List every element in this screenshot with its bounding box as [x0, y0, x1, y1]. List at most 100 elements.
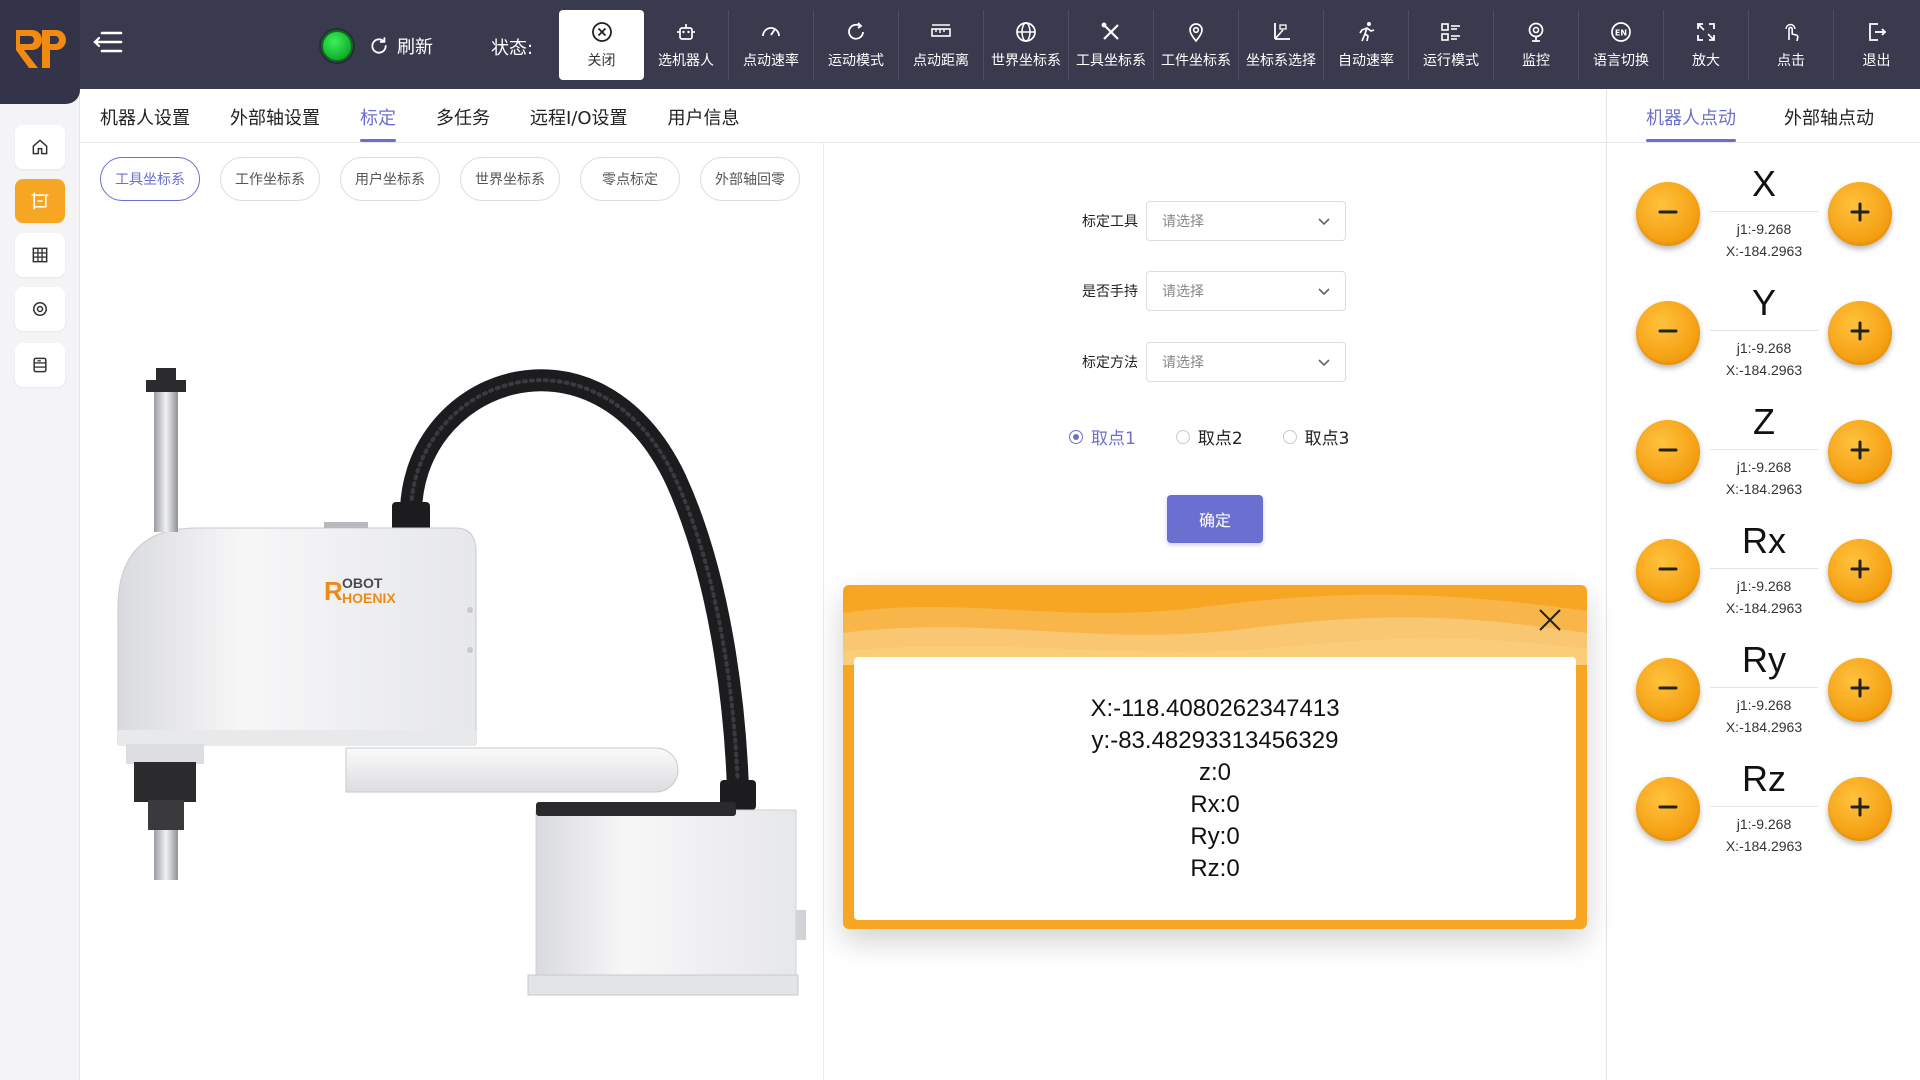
- jog-plus-button[interactable]: [1828, 658, 1892, 722]
- axis-name: Z: [1710, 400, 1818, 450]
- chevron-down-icon: [1318, 359, 1330, 367]
- jog-minus-button[interactable]: [1636, 301, 1700, 365]
- ruler-icon: [931, 24, 951, 37]
- joint-value: j1:-9.268: [1736, 816, 1792, 832]
- toolbar-button-expand[interactable]: 放大: [1664, 10, 1749, 80]
- toolbar-label: 点击: [1777, 53, 1805, 69]
- toolbar-button-webcam[interactable]: 监控: [1494, 10, 1579, 80]
- position-value: X:-184.2963: [1725, 600, 1803, 616]
- main-tab[interactable]: 标定: [360, 104, 396, 142]
- radio-circle: [1175, 429, 1190, 444]
- confirm-button[interactable]: 确定: [1167, 495, 1263, 543]
- jog-axis-info: Ry j1:-9.268 X:-184.2963: [1710, 638, 1818, 738]
- minus-icon: [1655, 794, 1681, 824]
- toolbar-button-list[interactable]: 运行模式: [1409, 10, 1494, 80]
- point-radio-1[interactable]: 取点1: [1069, 424, 1136, 449]
- select-placeholder: 请选择: [1162, 284, 1204, 300]
- plus-icon: [1847, 437, 1873, 467]
- toolbar-button-axis[interactable]: 坐标系选择: [1239, 10, 1324, 80]
- toolbar-label: 监控: [1522, 53, 1550, 69]
- main-tab[interactable]: 用户信息: [668, 104, 740, 142]
- sidebar-item-home[interactable]: [15, 125, 65, 169]
- jog-row-rx: Rx j1:-9.268 X:-184.2963: [1636, 519, 1892, 619]
- sidebar-item-grid[interactable]: [15, 233, 65, 277]
- select-placeholder: 请选择: [1162, 214, 1204, 230]
- jog-minus-button[interactable]: [1636, 777, 1700, 841]
- jog-tab[interactable]: 外部轴点动: [1784, 104, 1874, 142]
- subtab[interactable]: 用户坐标系: [340, 157, 440, 201]
- toolbar-button-running[interactable]: 自动速率: [1324, 10, 1409, 80]
- jog-axis-info: Xj1:-9.268 X:-184.2963: [1710, 162, 1818, 262]
- point-radio-2[interactable]: 取点2: [1175, 424, 1243, 449]
- tap-icon: [1785, 23, 1799, 42]
- joint-value: j1:-9.268: [1736, 221, 1792, 237]
- menu-toggle-icon[interactable]: [92, 28, 124, 56]
- subtab[interactable]: 工作坐标系: [220, 157, 320, 201]
- toolbar-button-robot[interactable]: 选机器人: [644, 10, 729, 80]
- home-icon: [32, 139, 48, 155]
- jog-minus-button[interactable]: [1636, 658, 1700, 722]
- main-tab[interactable]: 多任务: [436, 104, 490, 142]
- plus-icon: [1847, 318, 1873, 348]
- handheld-select[interactable]: 请选择: [1146, 271, 1346, 311]
- jog-plus-button[interactable]: [1828, 539, 1892, 603]
- jog-minus-button[interactable]: [1636, 182, 1700, 246]
- subtab[interactable]: 零点标定: [580, 157, 680, 201]
- sidebar-item-calibration[interactable]: [15, 179, 65, 223]
- toolbar-button-tap[interactable]: 点击: [1749, 10, 1834, 80]
- jog-plus-button[interactable]: [1828, 182, 1892, 246]
- calibration-method-select[interactable]: 请选择: [1146, 342, 1346, 382]
- plus-icon: [1847, 556, 1873, 586]
- form-row-method: 标定方法 请选择: [1060, 342, 1346, 382]
- toolbar-button-ruler[interactable]: 点动距离: [899, 10, 984, 80]
- main-tab[interactable]: 远程I/O设置: [530, 104, 628, 142]
- left-sidebar: [0, 89, 80, 1080]
- right-tabs-divider: [1607, 142, 1920, 143]
- position-value: X:-184.2963: [1725, 838, 1803, 854]
- main-tab[interactable]: 外部轴设置: [230, 104, 320, 142]
- tabs-divider: [80, 142, 1606, 143]
- subtab[interactable]: 外部轴回零: [700, 157, 800, 201]
- result-rx: Rx:0: [1190, 791, 1240, 818]
- calibration-icon: [31, 192, 49, 210]
- jog-row-x: Xj1:-9.268 X:-184.2963: [1636, 162, 1892, 262]
- toolbar-button-location-pin[interactable]: 工件坐标系: [1154, 10, 1239, 80]
- toolbar-button-close-circle[interactable]: 关闭: [559, 10, 644, 80]
- toolbar-button-language[interactable]: EN 语言切换: [1579, 10, 1664, 80]
- point-radio-3[interactable]: 取点3: [1282, 424, 1349, 449]
- cycle-icon: [848, 22, 864, 40]
- minus-icon: [1655, 675, 1681, 705]
- position-value: X:-184.2963: [1725, 243, 1803, 259]
- toolbar-button-globe[interactable]: 世界坐标系: [984, 10, 1069, 80]
- globe-icon: [1016, 22, 1036, 42]
- subtab[interactable]: 世界坐标系: [460, 157, 560, 201]
- jog-plus-button[interactable]: [1828, 420, 1892, 484]
- jog-minus-button[interactable]: [1636, 420, 1700, 484]
- status-label: 状态:: [491, 38, 534, 59]
- toolbar-label: 点动距离: [913, 53, 969, 69]
- plus-icon: [1847, 675, 1873, 705]
- svg-text:R: R: [324, 576, 343, 606]
- toolbar-button-cycle[interactable]: 运动模式: [814, 10, 899, 80]
- refresh-button[interactable]: 刷新: [369, 32, 433, 60]
- dialog-header-waves: [843, 594, 1587, 665]
- jog-plus-button[interactable]: [1828, 301, 1892, 365]
- toolbar-button-speedometer[interactable]: 点动速率: [729, 10, 814, 80]
- jog-plus-button[interactable]: [1828, 777, 1892, 841]
- svg-text:EN: EN: [1615, 29, 1627, 38]
- radio-label: 取点1: [1091, 429, 1136, 449]
- close-icon[interactable]: [1537, 607, 1563, 633]
- sidebar-item-settings[interactable]: [15, 287, 65, 331]
- calibration-tool-select[interactable]: 请选择: [1146, 201, 1346, 241]
- jog-axis-info: Rx j1:-9.268 X:-184.2963: [1710, 519, 1818, 619]
- subtab[interactable]: 工具坐标系: [100, 157, 200, 201]
- joint-value: j1:-9.268: [1736, 578, 1792, 594]
- sidebar-item-database[interactable]: [15, 343, 65, 387]
- toolbar-button-exit[interactable]: 退出: [1834, 10, 1919, 80]
- jog-tab[interactable]: 机器人点动: [1646, 104, 1736, 142]
- toolbar-button-tools[interactable]: 工具坐标系: [1069, 10, 1154, 80]
- main-tab[interactable]: 机器人设置: [100, 104, 190, 142]
- jog-minus-button[interactable]: [1636, 539, 1700, 603]
- calibration-subtabs: 工具坐标系 工作坐标系 用户坐标系 世界坐标系 零点标定 外部轴回零: [100, 157, 800, 201]
- svg-text:OBOT: OBOT: [342, 575, 383, 591]
